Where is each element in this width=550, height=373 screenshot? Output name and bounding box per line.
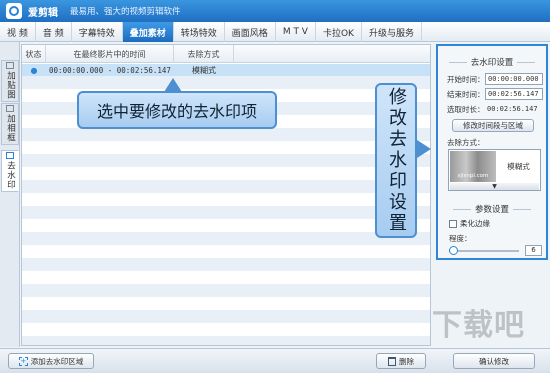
params-section-title: 参数设置 [438,203,546,215]
add-region-label: 添加去水印区域 [30,356,84,366]
bottom-toolbar: + 添加去水印区域 删除 确认修改 [0,348,550,373]
tab-transition-effects[interactable]: 转场特效 [174,22,225,42]
item-time-range: 00:00:00.000 - 00:02:56.147 [49,65,171,75]
soften-edge-option[interactable]: 柔化边缘 [449,218,490,229]
trash-icon [388,356,396,366]
duration-value: 00:02:56.147 [487,105,538,113]
list-item[interactable]: ● 00:00:00.000 - 00:02:56.147 模糊式 [22,64,430,76]
watermark-settings-panel: 去水印设置 开始时间： 00:00:00.000 结束时间： 00:02:56.… [436,44,548,260]
main-tab-bar: 视 频 音 频 字幕特效 叠加素材 转场特效 画面风格 M T V 卡拉OK 升… [0,22,550,42]
site-watermark: 下载吧 [432,308,525,343]
app-title: 爱剪辑 [28,7,58,19]
degree-slider-handle[interactable] [448,246,458,255]
confirm-modify-button[interactable]: 确认修改 [453,353,535,369]
removal-method-name: 模糊式 [507,162,530,171]
removal-method-label: 去除方式： [447,138,485,147]
tab-audio[interactable]: 音 频 [36,22,72,42]
picture-icon [6,62,14,70]
tab-upgrade-service[interactable]: 升级与服务 [362,22,422,42]
side-tab-label: 加贴图 [5,71,16,100]
soften-edge-checkbox[interactable] [449,219,457,228]
start-time-label: 开始时间： [447,74,485,84]
side-tab-add-frame[interactable]: 加相框 [1,103,19,145]
end-time-label: 结束时间： [447,89,485,99]
column-time[interactable]: 在最终影片中的时间 [46,45,174,63]
side-tab-bar: 加贴图 加相框 去水印 [0,42,20,347]
callout-select-item: 选中要修改的去水印项 [77,91,277,129]
callout-text: 修改去水印设置 [386,87,407,234]
app-slogan: 最易用、强大的视频剪辑软件 [70,7,181,17]
callout-text: 选中要修改的去水印项 [96,102,257,121]
dropdown-arrow-icon[interactable]: ▼ [450,183,539,190]
delete-label: 删除 [399,356,414,366]
modify-time-region-button[interactable]: 修改时间段与区域 [452,119,534,132]
degree-label: 程度： [449,234,472,243]
watermark-list: 状态 在最终影片中的时间 去除方式 ● 00:00:00.000 - 00:02… [21,44,431,346]
tab-subtitle-effects[interactable]: 字幕特效 [72,22,123,42]
add-watermark-region-button[interactable]: + 添加去水印区域 [8,353,94,369]
side-tab-add-sticker[interactable]: 加贴图 [1,60,19,102]
thumbnail-caption: sjisnpl.com [457,173,489,179]
status-dot-icon: ● [30,65,38,75]
duration-label: 选取时长： [447,104,485,114]
callout-arrow [417,140,431,158]
tab-video[interactable]: 视 频 [0,22,36,42]
tab-mtv[interactable]: M T V [276,22,316,42]
callout-arrow [164,78,182,92]
settings-section-title: 去水印设置 [438,56,546,68]
degree-value-input[interactable]: 6 [525,245,542,256]
end-time-input[interactable]: 00:02:56.147 [485,88,543,100]
end-time-row: 结束时间： 00:02:56.147 [447,88,543,100]
start-time-input[interactable]: 00:00:00.000 [485,73,543,85]
soften-edge-label: 柔化边缘 [460,219,490,228]
column-method[interactable]: 去除方式 [174,45,234,63]
start-time-row: 开始时间： 00:00:00.000 [447,73,543,85]
side-tab-label: 加相框 [5,114,16,143]
tab-karaoke[interactable]: 卡拉OK [316,22,362,42]
delete-button[interactable]: 删除 [376,353,426,369]
column-status[interactable]: 状态 [22,45,46,63]
app-logo-icon [6,3,22,19]
title-bar: 爱剪辑 最易用、强大的视频剪辑软件 [0,0,550,22]
tab-picture-style[interactable]: 画面风格 [225,22,276,42]
callout-modify-settings: 修改去水印设置 [375,83,417,238]
item-method: 模糊式 [192,65,216,75]
side-tab-remove-watermark[interactable]: 去水印 [1,150,19,192]
watermark-icon [6,152,14,160]
degree-slider-track[interactable] [449,250,519,252]
side-tab-label: 去水印 [5,161,16,190]
tab-overlay-material[interactable]: 叠加素材 [122,22,174,42]
frame-icon [6,105,14,113]
removal-method-select[interactable]: sjisnpl.com 模糊式 ▼ [448,149,541,191]
degree-slider-row: 6 [448,245,543,256]
list-header: 状态 在最终影片中的时间 去除方式 [22,45,430,63]
add-region-icon: + [18,356,28,366]
duration-row: 选取时长： 00:02:56.147 [447,103,543,115]
